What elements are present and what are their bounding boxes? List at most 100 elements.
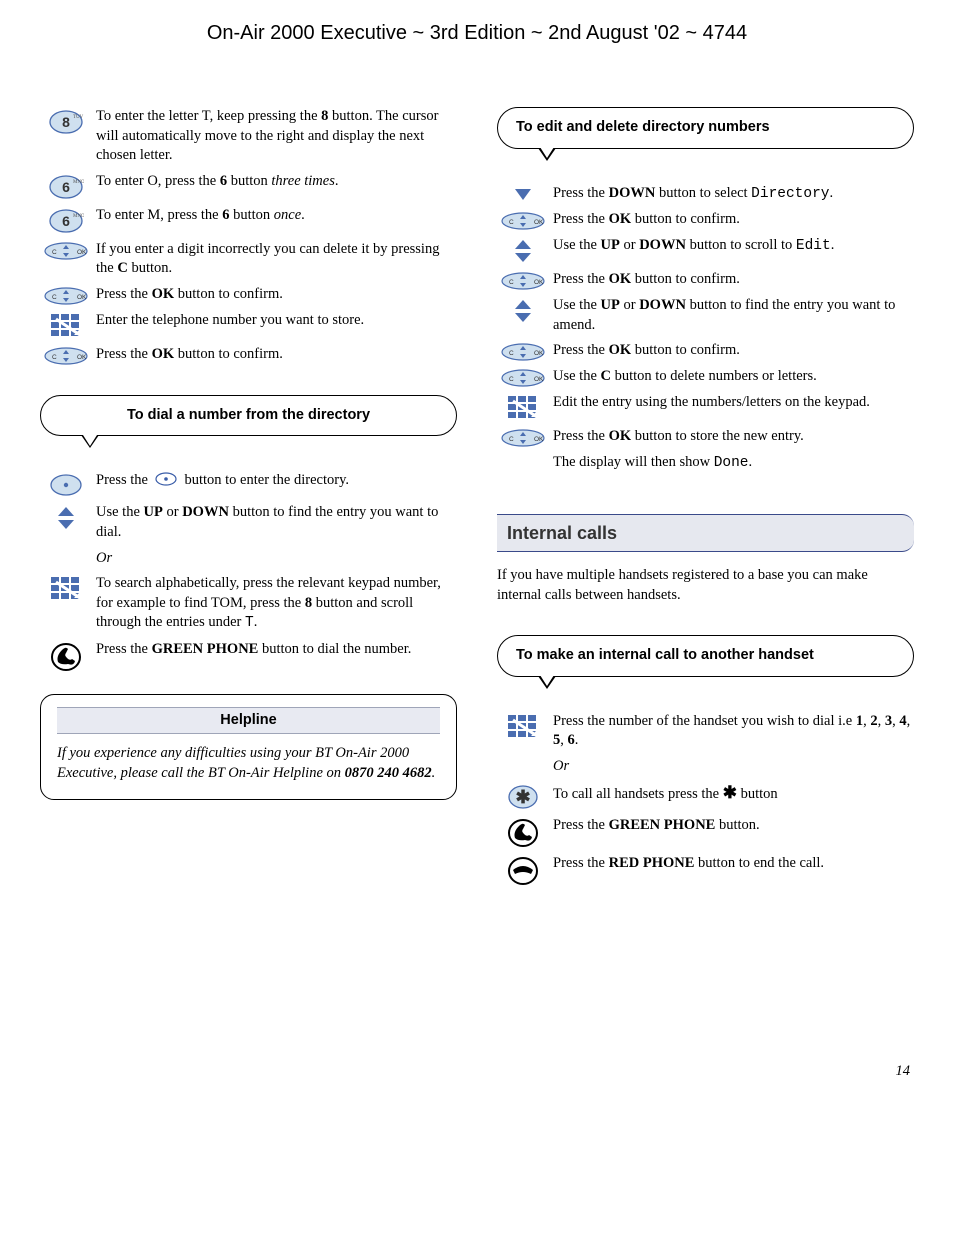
svg-text:OK: OK <box>534 219 544 226</box>
down-icon <box>497 184 549 202</box>
step-text: Press the number of the handset you wish… <box>549 712 914 751</box>
c-ok-icon: C OK <box>497 210 549 230</box>
svg-text:OK: OK <box>534 436 544 443</box>
dot-icon <box>40 471 92 497</box>
instruction-step: 8TUVTo enter the letter T, keep pressing… <box>40 107 457 166</box>
red-phone-icon <box>497 854 549 886</box>
step-text: Press the OK button to confirm. <box>549 270 914 290</box>
svg-text:C: C <box>52 294 57 301</box>
svg-text:C: C <box>52 354 57 361</box>
step-text: Or <box>92 549 457 569</box>
section-header-internal-calls: Internal calls <box>497 514 914 552</box>
svg-text:OK: OK <box>77 354 87 361</box>
step-text: Press the DOWN button to select Director… <box>549 184 914 205</box>
steps-c: Press the DOWN button to select Director… <box>497 184 914 474</box>
step-text: Use the UP or DOWN button to scroll to E… <box>549 236 914 257</box>
instruction-step: Use the UP or DOWN button to find the en… <box>40 503 457 542</box>
svg-text:OK: OK <box>77 249 87 256</box>
steps-b: Press the button to enter the directory.… <box>40 471 457 671</box>
spacer <box>497 757 549 759</box>
instruction-step: C OK Press the OK button to confirm. <box>40 345 457 365</box>
step-text: To enter O, press the 6 button three tim… <box>92 172 457 192</box>
svg-text:C: C <box>509 279 514 286</box>
callout-edit-directory: To edit and delete directory numbers <box>497 107 914 149</box>
svg-text:6: 6 <box>62 213 70 229</box>
instruction-step: COKPress the OK button to confirm. <box>40 285 457 305</box>
right-column: To edit and delete directory numbers Pre… <box>497 107 914 892</box>
keypad-icon <box>497 393 549 421</box>
updown-icon <box>497 236 549 264</box>
instruction-step: Press the number of the handset you wish… <box>497 712 914 751</box>
step-text: To search alphabetically, press the rele… <box>92 574 457 634</box>
helpline-title: Helpline <box>57 707 440 735</box>
step-text: To enter the letter T, keep pressing the… <box>92 107 457 166</box>
step-text: Use the UP or DOWN button to find the en… <box>549 296 914 335</box>
step-text: To enter M, press the 6 button once. <box>92 206 457 226</box>
instruction-step: ✱ To call all handsets press the ✱ button <box>497 782 914 810</box>
helpline-box: Helpline If you experience any difficult… <box>40 694 457 801</box>
instruction-step: To search alphabetically, press the rele… <box>40 574 457 634</box>
step-text: To call all handsets press the ✱ button <box>549 782 914 805</box>
instruction-step: Press the GREEN PHONE button to dial the… <box>40 640 457 672</box>
instruction-step: Press the RED PHONE button to end the ca… <box>497 854 914 886</box>
svg-text:MNO: MNO <box>73 180 84 185</box>
star-icon: ✱ <box>497 782 549 810</box>
svg-text:OK: OK <box>534 279 544 286</box>
instruction-step: Edit the entry using the numbers/letters… <box>497 393 914 421</box>
svg-text:C: C <box>509 436 514 443</box>
instruction-step: Press the DOWN button to select Director… <box>497 184 914 205</box>
instruction-step: Press the GREEN PHONE button. <box>497 816 914 848</box>
instruction-step: C OK If you enter a digit incorrectly you … <box>40 240 457 279</box>
updown-icon <box>40 503 92 531</box>
c-ok-icon: C OK <box>40 240 92 260</box>
steps-a: 8TUVTo enter the letter T, keep pressing… <box>40 107 457 365</box>
step-text: Or <box>549 757 914 777</box>
step-text: Enter the telephone number you want to s… <box>92 311 457 331</box>
step-text: The display will then show Done. <box>549 453 914 474</box>
svg-text:C: C <box>509 350 514 357</box>
callout-internal-call: To make an internal call to another hand… <box>497 635 914 677</box>
c-ok-icon: C OK <box>497 427 549 447</box>
spacer <box>497 453 549 455</box>
svg-text:C: C <box>509 376 514 383</box>
step-text: Press the OK button to confirm. <box>549 341 914 361</box>
c-ok-icon: C OK <box>497 341 549 361</box>
step-text: Press the GREEN PHONE button. <box>549 816 914 836</box>
keypad-icon <box>497 712 549 740</box>
instruction-step: C OK Press the OK button to confirm. <box>497 270 914 290</box>
svg-text:C: C <box>509 219 514 226</box>
callout-dial-directory: To dial a number from the directory <box>40 395 457 437</box>
instruction-step: C OK Use the C button to delete numbers or… <box>497 367 914 387</box>
left-column: 8TUVTo enter the letter T, keep pressing… <box>40 107 457 892</box>
step-text: Press the OK button to confirm. <box>92 285 457 305</box>
svg-text:OK: OK <box>534 376 544 383</box>
c-ok-icon: C OK <box>497 270 549 290</box>
page-header: On-Air 2000 Executive ~ 3rd Edition ~ 2n… <box>40 20 914 47</box>
instruction-step: Or <box>497 757 914 777</box>
step-text: Press the GREEN PHONE button to dial the… <box>92 640 457 660</box>
step-text: Use the UP or DOWN button to find the en… <box>92 503 457 542</box>
updown-icon <box>497 296 549 324</box>
instruction-step: Or <box>40 549 457 569</box>
instruction-step: Use the UP or DOWN button to find the en… <box>497 296 914 335</box>
step-text: Use the C button to delete numbers or le… <box>549 367 914 387</box>
step-text: If you enter a digit incorrectly you can… <box>92 240 457 279</box>
green-phone-icon <box>40 640 92 672</box>
key-8-icon: 8TUV <box>40 107 92 135</box>
step-text: Press the OK button to confirm. <box>549 210 914 230</box>
keypad-icon <box>40 574 92 602</box>
key-6-icon: 6MNO <box>40 172 92 200</box>
instruction-step: 6MNOTo enter O, press the 6 button three… <box>40 172 457 200</box>
svg-text:C: C <box>52 249 57 256</box>
instruction-step: 6MNOTo enter M, press the 6 button once. <box>40 206 457 234</box>
step-text: Press the RED PHONE button to end the ca… <box>549 854 914 874</box>
svg-text:✱: ✱ <box>515 787 530 807</box>
key-6-icon: 6MNO <box>40 206 92 234</box>
instruction-step: The display will then show Done. <box>497 453 914 474</box>
svg-text:8: 8 <box>62 114 70 130</box>
step-text: Press the OK button to confirm. <box>92 345 457 365</box>
internal-calls-intro: If you have multiple handsets registered… <box>497 566 914 605</box>
instruction-step: Use the UP or DOWN button to scroll to E… <box>497 236 914 264</box>
svg-text:OK: OK <box>534 350 544 357</box>
helpline-text: If you experience any difficulties using… <box>57 744 440 783</box>
